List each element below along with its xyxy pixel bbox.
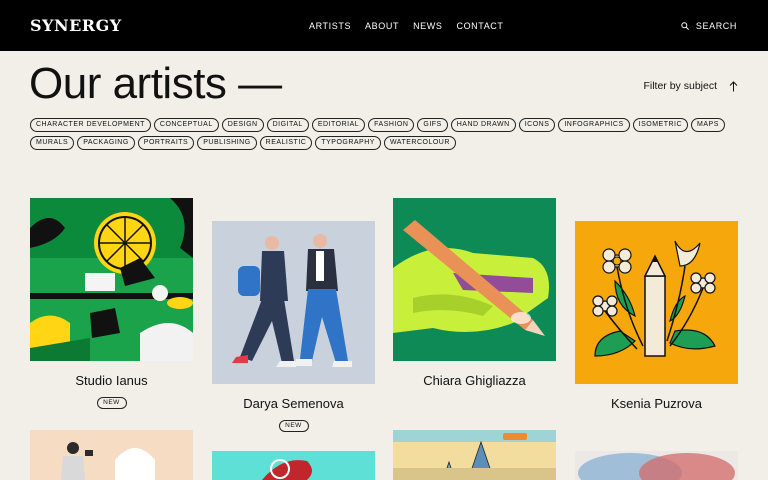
tag-conceptual[interactable]: CONCEPTUAL bbox=[153, 118, 219, 132]
tag-murals[interactable]: MURALS bbox=[30, 136, 75, 150]
tag-hand-drawn[interactable]: HAND DRAWN bbox=[450, 118, 516, 132]
nav-contact[interactable]: CONTACT bbox=[456, 21, 503, 31]
artist-name[interactable]: Studio Ianus bbox=[30, 373, 193, 388]
tag-packaging[interactable]: PACKAGING bbox=[77, 136, 135, 150]
nav-artists[interactable]: ARTISTS bbox=[309, 21, 351, 31]
new-badge: NEW bbox=[278, 420, 309, 432]
artist-card-darya-semenova[interactable]: Darya Semenova NEW bbox=[212, 221, 375, 432]
nav-news[interactable]: NEWS bbox=[413, 21, 442, 31]
tag-realistic[interactable]: REALISTIC bbox=[259, 136, 313, 150]
tag-icons[interactable]: ICONS bbox=[518, 118, 556, 132]
tag-portraits[interactable]: PORTRAITS bbox=[137, 136, 195, 150]
filter-label: Filter by subject bbox=[643, 80, 717, 92]
new-badge: NEW bbox=[96, 397, 127, 409]
artist-card-thumbnail[interactable] bbox=[30, 430, 193, 480]
artist-name[interactable]: Chiara Ghigliazza bbox=[393, 373, 556, 388]
tag-design[interactable]: DESIGN bbox=[221, 118, 264, 132]
artist-card-thumbnail[interactable] bbox=[575, 451, 738, 480]
tag-publishing[interactable]: PUBLISHING bbox=[197, 136, 257, 150]
tag-watercolour[interactable]: WATERCOLOUR bbox=[383, 136, 456, 150]
site-logo[interactable]: SYNERGY bbox=[30, 16, 122, 35]
subject-tag-list: CHARACTER DEVELOPMENT CONCEPTUAL DESIGN … bbox=[30, 118, 730, 150]
search-button[interactable]: SEARCH bbox=[681, 21, 737, 31]
search-icon bbox=[681, 22, 689, 30]
tag-character-development[interactable]: CHARACTER DEVELOPMENT bbox=[30, 118, 151, 132]
artist-artwork[interactable] bbox=[575, 221, 738, 384]
tag-gifs[interactable]: GIFS bbox=[417, 118, 448, 132]
artist-card-chiara-ghigliazza[interactable]: Chiara Ghigliazza bbox=[393, 198, 556, 388]
search-label: SEARCH bbox=[695, 21, 737, 31]
artist-card-thumbnail[interactable] bbox=[212, 451, 375, 480]
tag-isometric[interactable]: ISOMETRIC bbox=[632, 118, 689, 132]
artist-artwork[interactable] bbox=[393, 198, 556, 361]
artist-name[interactable]: Ksenia Puzrova bbox=[575, 396, 738, 411]
tag-fashion[interactable]: FASHION bbox=[368, 118, 415, 132]
tag-typography[interactable]: TYPOGRAPHY bbox=[315, 136, 381, 150]
tag-infographics[interactable]: INFOGRAPHICS bbox=[558, 118, 630, 132]
nav-about[interactable]: ABOUT bbox=[365, 21, 399, 31]
page-title: Our artists — bbox=[29, 59, 282, 108]
artist-name[interactable]: Darya Semenova bbox=[212, 396, 375, 411]
site-header: SYNERGY ARTISTS ABOUT NEWS CONTACT SEARC… bbox=[0, 0, 768, 51]
tag-digital[interactable]: DIGITAL bbox=[266, 118, 309, 132]
arrow-up-icon bbox=[729, 80, 738, 91]
main-nav: ARTISTS ABOUT NEWS CONTACT bbox=[309, 21, 504, 31]
artist-card-ksenia-puzrova[interactable]: Ksenia Puzrova bbox=[575, 221, 738, 411]
tag-maps[interactable]: MAPS bbox=[691, 118, 725, 132]
artist-card-studio-ianus[interactable]: Studio Ianus NEW bbox=[30, 198, 193, 409]
artist-artwork[interactable] bbox=[30, 198, 193, 361]
tag-editorial[interactable]: EDITORIAL bbox=[311, 118, 366, 132]
filter-by-subject-button[interactable]: Filter by subject bbox=[643, 80, 738, 92]
artist-card-thumbnail[interactable] bbox=[393, 430, 556, 480]
artist-artwork[interactable] bbox=[212, 221, 375, 384]
